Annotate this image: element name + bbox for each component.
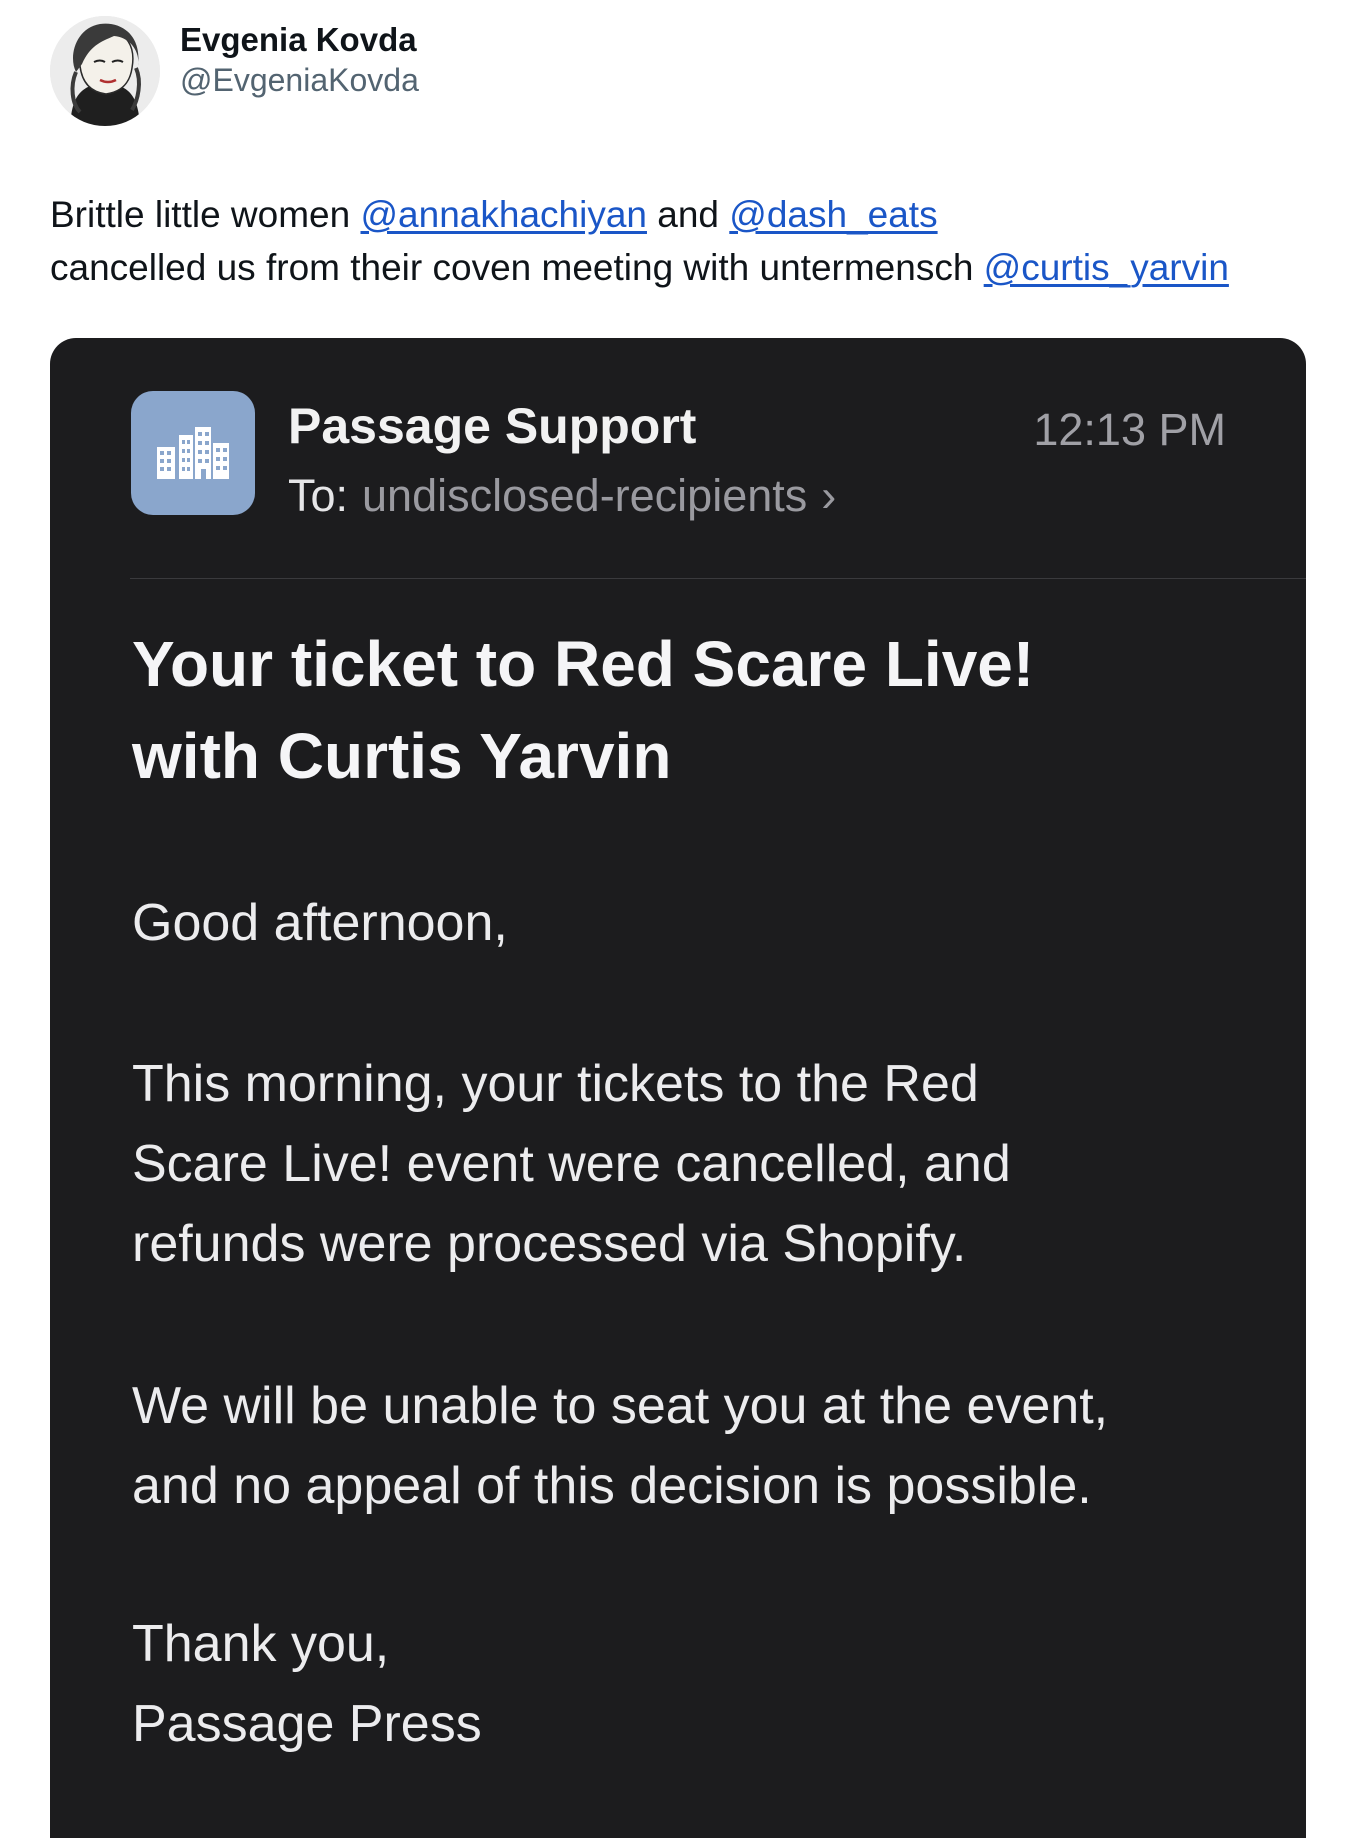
email-body-line: and no appeal of this decision is possib…: [132, 1457, 1092, 1515]
tweet-text-segment: Brittle little women: [50, 194, 361, 235]
email-body-line: refunds were processed via Shopify.: [132, 1215, 967, 1273]
tweet-author: Evgenia Kovda @EvgeniaKovda: [50, 16, 419, 126]
tweet-text-segment: cancelled us from their coven meeting wi…: [50, 247, 984, 288]
email-signoff: Thank you, Passage Press: [132, 1604, 1252, 1764]
author-handle[interactable]: @EvgeniaKovda: [180, 60, 419, 100]
email-paragraph-2: We will be unable to seat you at the eve…: [132, 1366, 1252, 1526]
email-body-line: Scare Live! event were cancelled, and: [132, 1135, 1011, 1193]
email-body-line: We will be unable to seat you at the eve…: [132, 1377, 1109, 1435]
author-display-name[interactable]: Evgenia Kovda: [180, 20, 419, 60]
email-paragraph-1: This morning, your tickets to the Red Sc…: [132, 1044, 1252, 1284]
email-timestamp: 12:13 PM: [1033, 404, 1226, 455]
mention-link[interactable]: @curtis_yarvin: [984, 247, 1229, 288]
email-greeting-line: Good afternoon,: [132, 894, 508, 952]
email-to-value: undisclosed-recipients: [362, 470, 808, 521]
email-to-label: To:: [288, 470, 349, 521]
email-subject: Your ticket to Red Scare Live! with Curt…: [132, 618, 1252, 802]
tweet-text-segment: and: [646, 194, 730, 235]
email-greeting: Good afternoon,: [132, 883, 1252, 963]
mention-link[interactable]: @annakhachiyan: [361, 194, 647, 235]
building-icon: [131, 391, 255, 515]
chevron-right-icon: ›: [821, 470, 837, 521]
tweet: Evgenia Kovda @EvgeniaKovda Brittle litt…: [0, 0, 1365, 1838]
email-header-divider: [130, 578, 1306, 579]
email-recipient-row: To: undisclosed-recipients ›: [288, 466, 836, 526]
mention-link[interactable]: @dash_eats: [729, 194, 937, 235]
avatar[interactable]: [50, 16, 160, 126]
email-signoff-line: Thank you,: [132, 1615, 390, 1673]
email-body-line: This morning, your tickets to the Red: [132, 1055, 979, 1113]
email-sender-name: Passage Support: [288, 398, 697, 454]
tweet-text-line-1: Brittle little women @annakhachiyan and …: [50, 188, 1340, 241]
email-screenshot-image[interactable]: Passage Support 12:13 PM To: undisclosed-…: [50, 338, 1306, 1838]
email-signoff-line: Passage Press: [132, 1695, 482, 1753]
author-names: Evgenia Kovda @EvgeniaKovda: [180, 20, 419, 100]
tweet-text: Brittle little women @annakhachiyan and …: [50, 188, 1340, 294]
tweet-text-line-2: cancelled us from their coven meeting wi…: [50, 241, 1340, 294]
email-subject-line: Your ticket to Red Scare Live!: [132, 628, 1035, 700]
email-subject-line: with Curtis Yarvin: [132, 720, 672, 792]
